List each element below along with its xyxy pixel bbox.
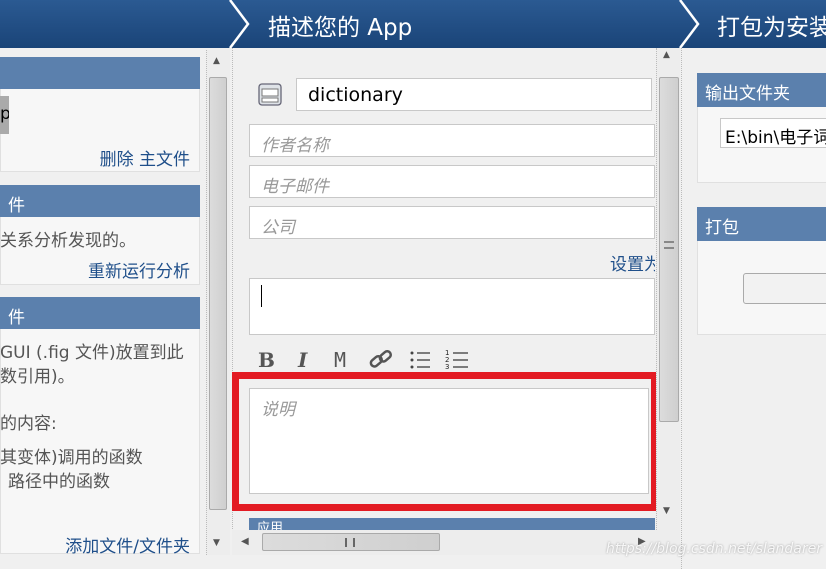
help-text-line: 的内容: bbox=[0, 414, 57, 434]
email-input[interactable]: 电子邮件 bbox=[249, 165, 655, 198]
scroll-down-icon[interactable]: ▼ bbox=[663, 506, 670, 516]
next-section-header: 应用 bbox=[249, 518, 655, 530]
help-text-line: 路径中的函数 bbox=[8, 472, 110, 492]
delete-main-file-link[interactable]: 删除 主文件 bbox=[100, 145, 190, 170]
scroll-thumb[interactable] bbox=[209, 77, 227, 510]
output-folder-header: 输出文件夹 bbox=[697, 73, 826, 107]
scroll-up-icon[interactable]: ▲ bbox=[663, 50, 670, 60]
rerun-analysis-link[interactable]: 重新运行分析 bbox=[88, 257, 190, 282]
link-icon[interactable] bbox=[368, 348, 394, 372]
main-file-item[interactable]: p bbox=[0, 96, 9, 134]
bullet-list-icon[interactable] bbox=[408, 348, 432, 372]
step-package[interactable]: 打包为安装 bbox=[717, 8, 826, 42]
package-button[interactable] bbox=[743, 273, 826, 304]
step-describe-app[interactable]: 描述您的 App bbox=[268, 8, 412, 42]
italic-button[interactable]: I bbox=[298, 348, 307, 372]
help-text-line: 数引用)。 bbox=[0, 367, 75, 387]
numbered-list-icon[interactable]: 123 bbox=[444, 348, 470, 372]
package-header: 打包 bbox=[697, 207, 826, 241]
company-input[interactable]: 公司 bbox=[249, 206, 655, 239]
help-text-line: 其变体)调用的函数 bbox=[0, 448, 143, 468]
highlight-box bbox=[232, 372, 658, 511]
shared-files-header: 件 bbox=[0, 297, 200, 329]
main-file-header bbox=[0, 57, 200, 89]
scroll-thumb[interactable] bbox=[659, 77, 679, 422]
wizard-header bbox=[0, 0, 826, 48]
step-separator-icon bbox=[679, 0, 700, 48]
add-files-link[interactable]: 添加文件/文件夹 bbox=[65, 532, 190, 557]
svg-text:3: 3 bbox=[445, 363, 449, 371]
dependency-text: 关系分析发现的。 bbox=[0, 231, 136, 251]
scroll-up-icon[interactable]: ▲ bbox=[213, 56, 220, 66]
dependency-header: 件 bbox=[0, 185, 200, 217]
watermark: https://blog.csdn.net/slandarer bbox=[606, 541, 822, 557]
scroll-down-icon[interactable]: ▼ bbox=[213, 538, 220, 548]
scroll-left-icon[interactable]: ◀ bbox=[241, 536, 249, 547]
output-folder-input[interactable]: E:\bin\电子词 bbox=[720, 118, 826, 148]
step-separator-icon bbox=[229, 0, 250, 48]
summary-textarea[interactable] bbox=[249, 278, 655, 335]
app-name-input[interactable]: dictionary bbox=[296, 78, 652, 111]
divider bbox=[681, 48, 682, 569]
left-vertical-scrollbar[interactable]: ▲ ▼ bbox=[206, 50, 230, 555]
scroll-thumb[interactable] bbox=[262, 533, 440, 551]
bold-button[interactable]: B bbox=[258, 348, 275, 372]
monospace-button[interactable]: M bbox=[334, 348, 346, 372]
set-as-link[interactable]: 设置为 bbox=[610, 250, 655, 275]
app-icon[interactable] bbox=[257, 82, 283, 108]
middle-vertical-scrollbar[interactable]: ▲ ▼ bbox=[656, 48, 680, 530]
author-name-input[interactable]: 作者名称 bbox=[249, 124, 655, 157]
text-cursor bbox=[261, 285, 262, 307]
help-text-line: GUI (.fig 文件)放置到此 bbox=[0, 343, 184, 363]
